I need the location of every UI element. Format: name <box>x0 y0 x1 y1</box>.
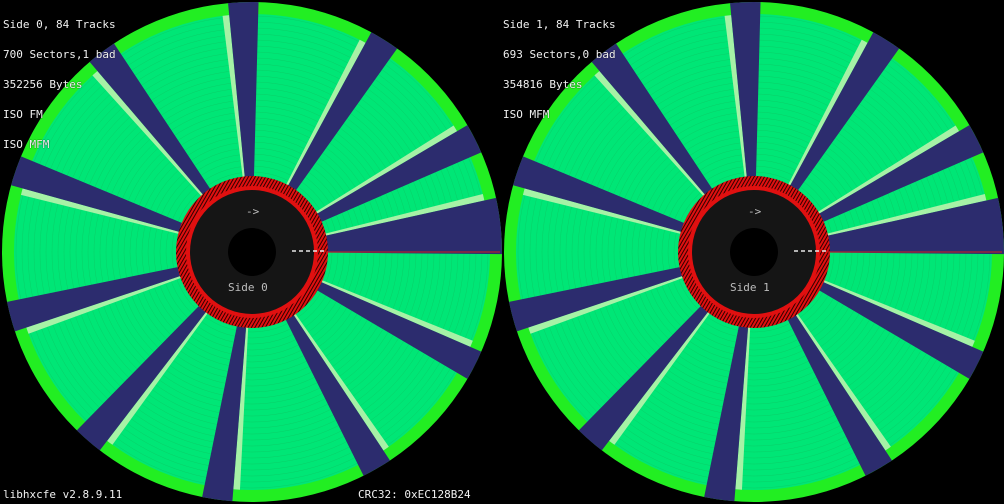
info-line: ISO MFM <box>503 108 550 121</box>
info-line: Side 1, 84 Tracks <box>503 18 616 31</box>
spindle-hole <box>228 228 276 276</box>
info-line: Side 0, 84 Tracks <box>3 18 116 31</box>
crc-checksum: CRC32: 0xEC128B24 <box>358 488 471 501</box>
rotation-arrow: -> <box>748 205 762 218</box>
info-line: 693 Sectors,0 bad <box>503 48 616 61</box>
spindle-hole <box>730 228 778 276</box>
info-line: ISO FM <box>3 108 43 121</box>
info-line: 352256 Bytes <box>3 78 83 91</box>
info-line: 354816 Bytes <box>503 78 583 91</box>
library-version: libhxcfe v2.8.9.11 <box>3 488 123 501</box>
side-label: Side 0 <box>228 281 268 294</box>
side-0-info: Side 0, 84 Tracks 700 Sectors,1 bad 3522… <box>3 0 116 160</box>
info-line: 700 Sectors,1 bad <box>3 48 116 61</box>
side-1-info: Side 1, 84 Tracks 693 Sectors,0 bad 3548… <box>503 0 616 130</box>
rotation-arrow: -> <box>246 205 260 218</box>
side-label: Side 1 <box>730 281 770 294</box>
info-line: ISO MFM <box>3 138 50 151</box>
disk-map-canvas: -> Side 0 -> Side 1 <box>2 1 1004 502</box>
